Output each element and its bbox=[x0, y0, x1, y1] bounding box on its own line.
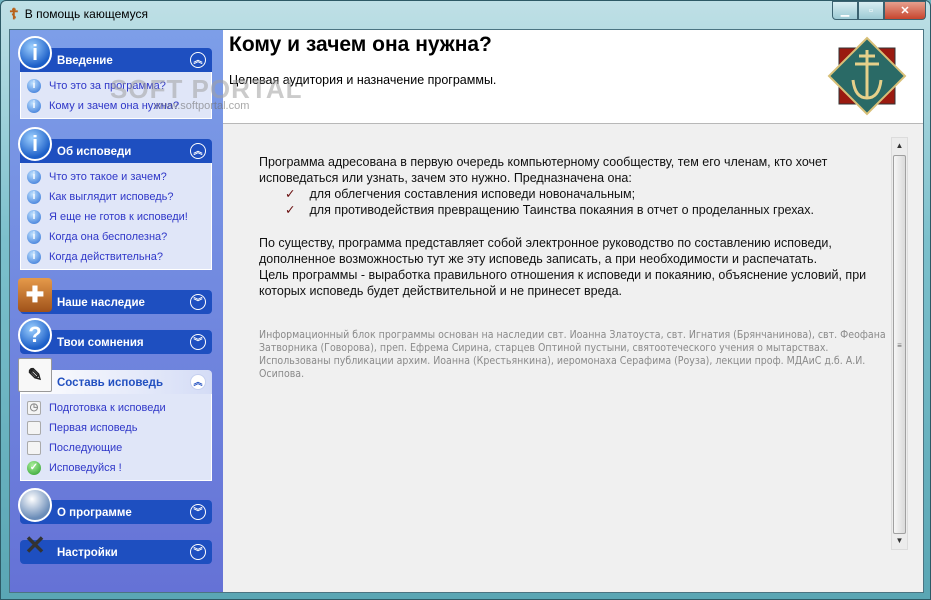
group-header[interactable]: i Введение ︽ bbox=[18, 36, 212, 72]
tag-icon bbox=[27, 421, 41, 435]
book-icon: ✚ bbox=[18, 278, 52, 312]
info-icon: i bbox=[27, 250, 41, 264]
info-icon: i bbox=[18, 36, 52, 70]
paragraph: Программа адресована в первую очередь ко… bbox=[259, 155, 828, 185]
scroll-down-arrow-icon[interactable]: ▼ bbox=[892, 533, 907, 549]
group-title: Об исповеди bbox=[57, 146, 132, 158]
info-icon: i bbox=[18, 127, 52, 161]
group-ob-ispovedi: i Об исповеди ︽ i Что это такое и зачем? iК… bbox=[18, 127, 212, 270]
item-label: Когда она бесполезна? bbox=[49, 231, 168, 243]
bullet-text: для облегчения составления исповеди ново… bbox=[309, 187, 636, 201]
window-title: В помощь кающемуся bbox=[24, 7, 148, 21]
green-check-icon: ✓ bbox=[27, 461, 41, 475]
vertical-scrollbar[interactable]: ▲ ≡ ▼ bbox=[891, 137, 908, 550]
sidebar-item[interactable]: i Когда действительна? bbox=[27, 247, 211, 267]
info-icon: i bbox=[27, 190, 41, 204]
group-o-programme: О программе ︾ bbox=[18, 488, 212, 524]
group-nashe-nasledie: ✚ Наше наследие ︾ bbox=[18, 278, 212, 314]
item-label: Когда действительна? bbox=[49, 251, 163, 263]
title-bar: ☦ В помощь кающемуся bbox=[9, 5, 148, 23]
sidebar-item[interactable]: ✓ Исповедуйся ! bbox=[27, 458, 211, 478]
paragraph: Цель программы - выработка правильного о… bbox=[259, 268, 867, 298]
group-sostav-ispoved: ✎ Составь исповедь ︽ ◷ Подготовка к исповед… bbox=[18, 358, 212, 481]
info-icon: i bbox=[27, 170, 41, 184]
info-icon: i bbox=[27, 79, 41, 93]
item-label: Что это такое и зачем? bbox=[49, 171, 167, 183]
group-title: Твои сомнения bbox=[57, 337, 144, 349]
close-button[interactable]: ✕ bbox=[884, 1, 926, 20]
info-icon: i bbox=[27, 230, 41, 244]
collapse-chevron-icon[interactable]: ︽ bbox=[190, 52, 206, 68]
sidebar-item[interactable]: Первая исповедь bbox=[27, 418, 211, 438]
globe-icon bbox=[18, 488, 52, 522]
info-icon: i bbox=[27, 210, 41, 224]
group-title: Настройки bbox=[57, 547, 118, 559]
sources-note: Информационный блок программы основан на… bbox=[259, 329, 886, 380]
bullet-text: для противодействия превращению Таинства… bbox=[309, 203, 814, 217]
paragraph: По существу, программа представляет собо… bbox=[259, 236, 832, 266]
collapse-chevron-icon[interactable]: ︽ bbox=[190, 374, 206, 390]
page-title: Кому и зачем она нужна? bbox=[229, 33, 492, 56]
checkmark-icon: ✓ bbox=[285, 187, 296, 201]
bullet-item: ✓ для облегчения составления исповеди нов… bbox=[259, 186, 889, 202]
expand-chevron-icon[interactable]: ︾ bbox=[190, 544, 206, 560]
group-title: Наше наследие bbox=[57, 297, 145, 309]
item-label: Исповедуйся ! bbox=[49, 462, 122, 474]
article: Программа адресована в первую очередь ко… bbox=[259, 154, 889, 381]
scroll-up-arrow-icon[interactable]: ▲ bbox=[892, 138, 907, 154]
tools-icon: ✕ bbox=[24, 530, 46, 560]
group-header[interactable]: О программе ︾ bbox=[18, 488, 212, 524]
expand-chevron-icon[interactable]: ︾ bbox=[190, 334, 206, 350]
scrollbar-thumb[interactable]: ≡ bbox=[893, 155, 906, 534]
group-header[interactable]: i Об исповеди ︽ bbox=[18, 127, 212, 163]
group-nastroyki: ✕ Настройки ︾ bbox=[20, 532, 212, 564]
item-label: Подготовка к исповеди bbox=[49, 402, 166, 414]
question-icon: ? bbox=[18, 318, 52, 352]
expand-chevron-icon[interactable]: ︾ bbox=[190, 294, 206, 310]
app-window: ☦ В помощь кающемуся ▁ ▫ ✕ i Введение ︽ iЧ… bbox=[0, 0, 931, 600]
tags-icon bbox=[27, 441, 41, 455]
sidebar-item[interactable]: i Что это такое и зачем? bbox=[27, 167, 211, 187]
group-tvoi-somneniya: ? Твои сомнения ︾ bbox=[18, 318, 212, 354]
orthodox-cross-icon: ☦ bbox=[9, 6, 19, 23]
item-label: Первая исповедь bbox=[49, 422, 138, 434]
group-header[interactable]: ✕ Настройки ︾ bbox=[20, 532, 212, 564]
checkmark-icon: ✓ bbox=[285, 203, 296, 217]
watermark-url: www.softportal.com bbox=[154, 100, 250, 112]
clock-document-icon: ◷ bbox=[27, 401, 41, 415]
sidebar-item[interactable]: i Как выглядит исповедь? bbox=[27, 187, 211, 207]
maximize-button[interactable]: ▫ bbox=[858, 1, 884, 20]
sidebar-item[interactable]: ◷ Подготовка к исповеди bbox=[27, 398, 211, 418]
content-pane: Кому и зачем она нужна? Целевая аудитори… bbox=[223, 30, 923, 592]
collapse-chevron-icon[interactable]: ︽ bbox=[190, 143, 206, 159]
minimize-button[interactable]: ▁ bbox=[832, 1, 858, 20]
sidebar-item[interactable]: Последующие bbox=[27, 438, 211, 458]
cross-anchor-logo-icon bbox=[827, 36, 907, 116]
group-title: О программе bbox=[57, 507, 132, 519]
bullet-item: ✓ для противодействия превращению Таинств… bbox=[259, 202, 889, 218]
item-label: Я еще не готов к исповеди! bbox=[49, 211, 188, 223]
sidebar-item[interactable]: i Я еще не готов к исповеди! bbox=[27, 207, 211, 227]
sidebar: i Введение ︽ i Что это за программа? i Кому … bbox=[10, 30, 223, 592]
group-title: Составь исповедь bbox=[57, 377, 164, 389]
sidebar-item[interactable]: i Когда она бесполезна? bbox=[27, 227, 211, 247]
group-header[interactable]: ? Твои сомнения ︾ bbox=[18, 318, 212, 354]
info-icon: i bbox=[27, 99, 41, 113]
content-header: Кому и зачем она нужна? Целевая аудитори… bbox=[223, 30, 923, 124]
item-label: Последующие bbox=[49, 442, 123, 454]
group-header[interactable]: ✚ Наше наследие ︾ bbox=[18, 278, 212, 314]
group-title: Введение bbox=[57, 55, 113, 67]
group-header[interactable]: ✎ Составь исповедь ︽ bbox=[18, 358, 212, 394]
notepad-pen-icon: ✎ bbox=[18, 358, 52, 392]
expand-chevron-icon[interactable]: ︾ bbox=[190, 504, 206, 520]
item-label: Как выглядит исповедь? bbox=[49, 191, 174, 203]
